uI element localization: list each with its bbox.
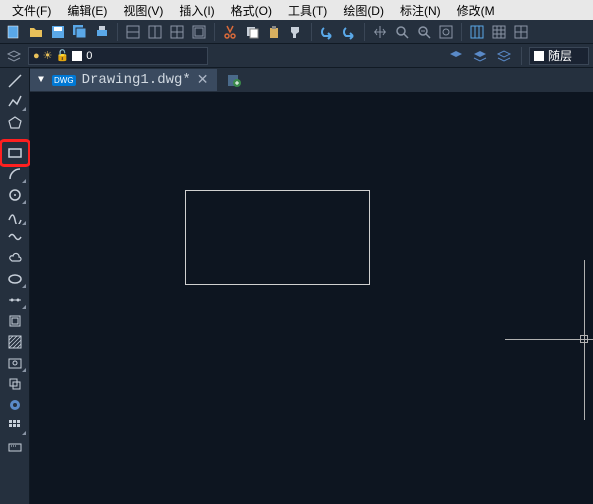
redo-button[interactable] (339, 22, 359, 42)
crosshair-pickbox (580, 335, 588, 343)
revision-cloud-tool[interactable] (4, 249, 26, 267)
layer-iso-button[interactable] (494, 46, 514, 66)
grid-2-button[interactable] (489, 22, 509, 42)
circle-tool[interactable] (4, 186, 26, 204)
snapshot-tool[interactable] (4, 354, 26, 372)
menu-edit[interactable]: 编辑(E) (59, 2, 115, 19)
point-divider-tool[interactable] (4, 291, 26, 309)
donut-tool[interactable] (4, 396, 26, 414)
zoom-extents-button[interactable] (414, 22, 434, 42)
region-tool[interactable] (4, 375, 26, 393)
print-button[interactable] (92, 22, 112, 42)
wave-tool[interactable] (4, 228, 26, 246)
layer-dropdown[interactable]: ● ☀ 🔓 0 (28, 47, 208, 65)
format-painter-button[interactable] (286, 22, 306, 42)
menu-file[interactable]: 文件(F) (4, 2, 59, 19)
zoom-window-button[interactable] (392, 22, 412, 42)
paste-button[interactable] (264, 22, 284, 42)
separator (364, 23, 365, 41)
new-file-button[interactable] (4, 22, 24, 42)
grid-3-button[interactable] (511, 22, 531, 42)
keyboard-tool[interactable] (4, 438, 26, 456)
arc-tool[interactable] (4, 165, 26, 183)
window-tile-3-button[interactable] (167, 22, 187, 42)
line-tool[interactable] (4, 72, 26, 90)
layer-tools-button[interactable] (4, 46, 24, 66)
bylayer-label: 随层 (548, 47, 572, 64)
save-all-button[interactable] (70, 22, 90, 42)
pan-button[interactable] (370, 22, 390, 42)
new-tab-button[interactable] (223, 70, 245, 90)
dropdown-arrow-icon: ▼ (38, 75, 44, 86)
polyline-tool[interactable] (4, 93, 26, 111)
window-tile-1-button[interactable] (123, 22, 143, 42)
copy-button[interactable] (242, 22, 262, 42)
separator (521, 47, 522, 65)
zoom-realtime-button[interactable] (436, 22, 456, 42)
drawing-viewport[interactable] (30, 92, 593, 504)
undo-button[interactable] (317, 22, 337, 42)
bulb-icon: ● (33, 50, 40, 62)
hatch-create-tool[interactable] (4, 333, 26, 351)
menubar: 文件(F) 编辑(E) 视图(V) 插入(I) 格式(O) 工具(T) 绘图(D… (0, 0, 593, 20)
color-swatch (534, 51, 544, 61)
window-tile-2-button[interactable] (145, 22, 165, 42)
drawn-rectangle (185, 190, 370, 285)
document-tab-active[interactable]: ▼ DWG Drawing1.dwg* ✕ (30, 69, 217, 91)
color-swatch (72, 51, 82, 61)
polygon-tool[interactable] (4, 114, 26, 132)
ellipse-tool[interactable] (4, 270, 26, 288)
menu-view[interactable]: 视图(V) (115, 2, 171, 19)
bylayer-dropdown[interactable]: 随层 (529, 47, 589, 65)
menu-insert[interactable]: 插入(I) (171, 2, 222, 19)
menu-modify[interactable]: 修改(M (449, 2, 503, 19)
menu-dimension[interactable]: 标注(N) (392, 2, 449, 19)
window-tile-4-button[interactable] (189, 22, 209, 42)
main-area: ▼ DWG Drawing1.dwg* ✕ (0, 68, 593, 504)
menu-draw[interactable]: 绘图(D) (335, 2, 392, 19)
block-insert-tool[interactable] (4, 312, 26, 330)
open-file-button[interactable] (26, 22, 46, 42)
separator (311, 23, 312, 41)
layer-name-label: 0 (86, 50, 92, 62)
layer-toolbar: ● ☀ 🔓 0 随层 (0, 44, 593, 68)
close-tab-button[interactable]: ✕ (197, 72, 209, 89)
separator (117, 23, 118, 41)
sun-icon: ☀ (43, 49, 53, 62)
lock-icon: 🔓 (56, 49, 70, 62)
hatch-pattern-tool[interactable] (4, 417, 26, 435)
canvas-area: ▼ DWG Drawing1.dwg* ✕ (30, 68, 593, 504)
grid-1-button[interactable] (467, 22, 487, 42)
draw-toolbar (0, 68, 30, 504)
layer-match-button[interactable] (470, 46, 490, 66)
document-tab-label: Drawing1.dwg* (82, 72, 191, 88)
separator (214, 23, 215, 41)
dwg-badge: DWG (52, 75, 76, 86)
save-button[interactable] (48, 22, 68, 42)
menu-tools[interactable]: 工具(T) (280, 2, 335, 19)
menu-format[interactable]: 格式(O) (223, 2, 280, 19)
spline-tool[interactable] (4, 207, 26, 225)
cut-button[interactable] (220, 22, 240, 42)
rectangle-tool[interactable] (4, 144, 26, 162)
main-toolbar (0, 20, 593, 44)
layer-prev-button[interactable] (446, 46, 466, 66)
separator (461, 23, 462, 41)
document-tab-bar: ▼ DWG Drawing1.dwg* ✕ (30, 68, 593, 92)
